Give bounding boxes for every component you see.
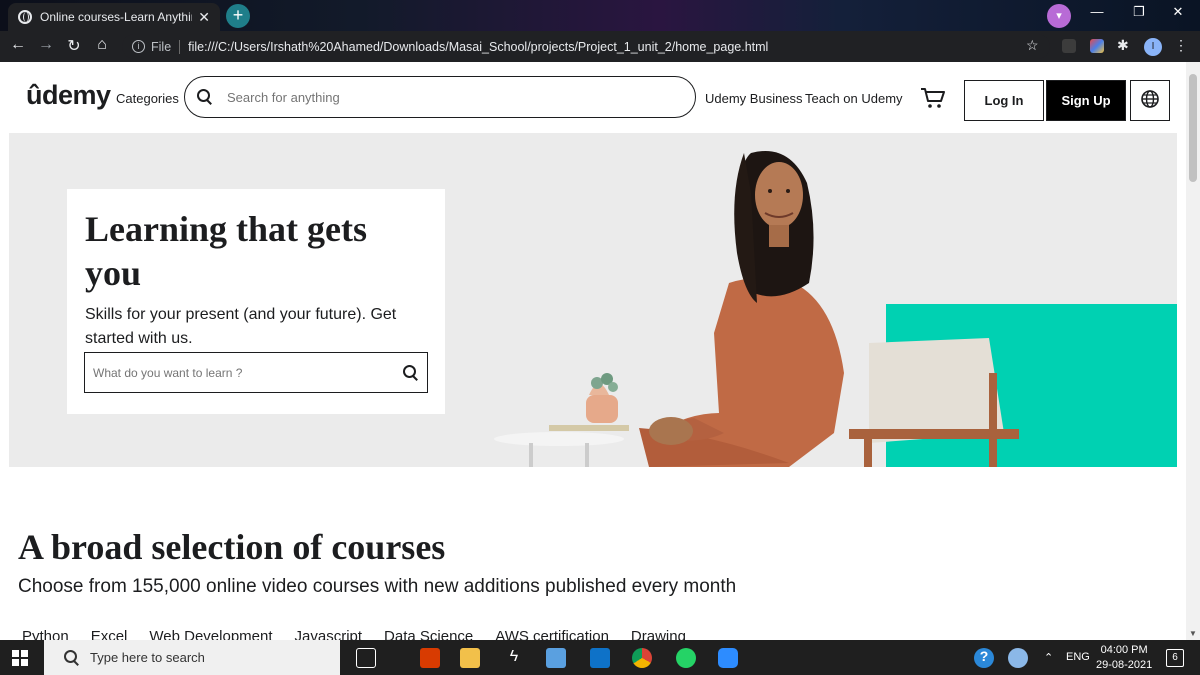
- new-tab-button[interactable]: +: [226, 4, 250, 28]
- tab-data-science[interactable]: Data Science: [384, 628, 473, 640]
- minimize-icon[interactable]: —: [1082, 4, 1112, 19]
- url-text[interactable]: file:///C:/Users/Irshath%20Ahamed/Downlo…: [188, 40, 768, 54]
- back-arrow-icon[interactable]: ←: [8, 36, 28, 54]
- tab-python[interactable]: Python: [22, 628, 69, 640]
- notification-icon[interactable]: 6: [1166, 649, 1184, 667]
- scrollbar-thumb[interactable]: [1189, 74, 1197, 182]
- hero-card: Learning that gets you Skills for your p…: [67, 189, 445, 414]
- account-avatar[interactable]: I: [1144, 38, 1162, 56]
- browser-tab-strip: Online courses-Learn Anything, C ✕ + ▾ —…: [0, 0, 1200, 31]
- udemy-logo[interactable]: ûdemy: [26, 80, 111, 111]
- restore-icon[interactable]: ❐: [1124, 4, 1154, 20]
- tab-close-icon[interactable]: ✕: [198, 9, 210, 26]
- header-search-bar[interactable]: [184, 76, 696, 118]
- address-separator: [179, 39, 181, 54]
- globe-favicon-icon: [18, 10, 32, 24]
- taskbar-search-icon: [64, 649, 80, 666]
- hero-search-input[interactable]: [93, 365, 403, 380]
- extension-color-icon[interactable]: [1090, 39, 1104, 53]
- clock-date: 29-08-2021: [1096, 659, 1153, 671]
- control-panel-icon[interactable]: [546, 648, 566, 668]
- zoom-icon[interactable]: [718, 648, 738, 668]
- address-bar[interactable]: i File file:///C:/Users/Irshath%20Ahamed…: [122, 34, 1050, 59]
- tab-aws-certification[interactable]: AWS certification: [495, 628, 609, 640]
- tray-chevron-icon[interactable]: ⌃: [1044, 651, 1053, 664]
- scroll-down-arrow-icon[interactable]: ▼: [1189, 629, 1197, 638]
- shopping-cart-icon[interactable]: [920, 87, 946, 109]
- clock-time: 04:00 PM: [1100, 644, 1148, 656]
- info-icon[interactable]: i: [132, 40, 145, 53]
- search-icon[interactable]: [197, 89, 213, 105]
- hero-search-box[interactable]: [84, 352, 428, 393]
- bookmark-star-icon[interactable]: ☆: [1026, 37, 1039, 54]
- windows-taskbar: Type here to search ϟ ? ⌃ ENG 04:00 PM 2…: [0, 640, 1200, 675]
- scheme-label: File: [151, 39, 172, 54]
- tab-excel[interactable]: Excel: [91, 628, 128, 640]
- tab-javascript[interactable]: Javascript: [295, 628, 363, 640]
- courses-section-subtitle: Choose from 155,000 online video courses…: [18, 576, 737, 597]
- globe-icon: [1141, 90, 1159, 108]
- header-search-input[interactable]: [227, 89, 667, 105]
- taskbar-clock[interactable]: 04:00 PM 29-08-2021: [1096, 643, 1152, 673]
- signup-button[interactable]: Sign Up: [1046, 80, 1126, 121]
- login-button[interactable]: Log In: [964, 80, 1044, 121]
- page-viewport: ûdemy Categories Udemy Business Teach on…: [0, 62, 1186, 640]
- browser-tab[interactable]: Online courses-Learn Anything, C ✕: [8, 3, 220, 31]
- tab-web-development[interactable]: Web Development: [149, 628, 272, 640]
- hero-subtitle: Skills for your present (and your future…: [85, 306, 397, 347]
- hero-title: Learning that gets you: [85, 209, 367, 293]
- hero-woman-illustration: [494, 151, 1019, 467]
- reload-icon[interactable]: ↻: [64, 36, 84, 56]
- teach-on-udemy-link[interactable]: Teach on Udemy: [805, 91, 903, 106]
- file-explorer-icon[interactable]: [460, 648, 480, 668]
- taskbar-search-box[interactable]: Type here to search: [44, 640, 340, 675]
- tab-drawing[interactable]: Drawing: [631, 628, 686, 640]
- lightning-app-icon[interactable]: ϟ: [504, 648, 524, 668]
- whatsapp-icon[interactable]: [676, 648, 696, 668]
- categories-link[interactable]: Categories: [116, 91, 179, 106]
- chrome-profile-icon[interactable]: ▾: [1047, 4, 1071, 28]
- site-header: ûdemy Categories Udemy Business Teach on…: [0, 62, 1186, 134]
- courses-section-title: A broad selection of courses: [18, 527, 446, 567]
- udemy-business-link[interactable]: Udemy Business: [705, 91, 803, 106]
- tab-title: Online courses-Learn Anything, C: [40, 10, 192, 24]
- browser-toolbar: ← → ↻ ⌂ i File file:///C:/Users/Irshath%…: [0, 31, 1200, 62]
- topic-tabs: Python Excel Web Development Javascript …: [22, 628, 686, 640]
- language-globe-button[interactable]: [1130, 80, 1170, 121]
- page-scrollbar[interactable]: ▼: [1186, 62, 1200, 640]
- office-icon[interactable]: [420, 648, 440, 668]
- home-icon[interactable]: ⌂: [92, 36, 112, 54]
- extension-icon[interactable]: [1062, 39, 1076, 53]
- vscode-icon[interactable]: [590, 648, 610, 668]
- hero-search-icon[interactable]: [403, 364, 419, 381]
- window-close-icon[interactable]: ✕: [1163, 4, 1193, 20]
- chrome-icon[interactable]: [632, 648, 652, 668]
- windows-start-icon[interactable]: [12, 650, 28, 666]
- forward-arrow-icon[interactable]: →: [36, 36, 56, 54]
- task-view-icon[interactable]: [356, 648, 376, 668]
- help-icon[interactable]: ?: [974, 648, 994, 668]
- language-indicator[interactable]: ENG: [1066, 651, 1090, 663]
- taskbar-search-placeholder: Type here to search: [90, 650, 205, 665]
- hero-banner: Learning that gets you Skills for your p…: [9, 133, 1177, 467]
- weather-cloud-icon[interactable]: [1008, 648, 1028, 668]
- puzzle-extensions-icon[interactable]: ✱: [1117, 37, 1131, 53]
- menu-kebab-icon[interactable]: ⋮: [1174, 37, 1188, 54]
